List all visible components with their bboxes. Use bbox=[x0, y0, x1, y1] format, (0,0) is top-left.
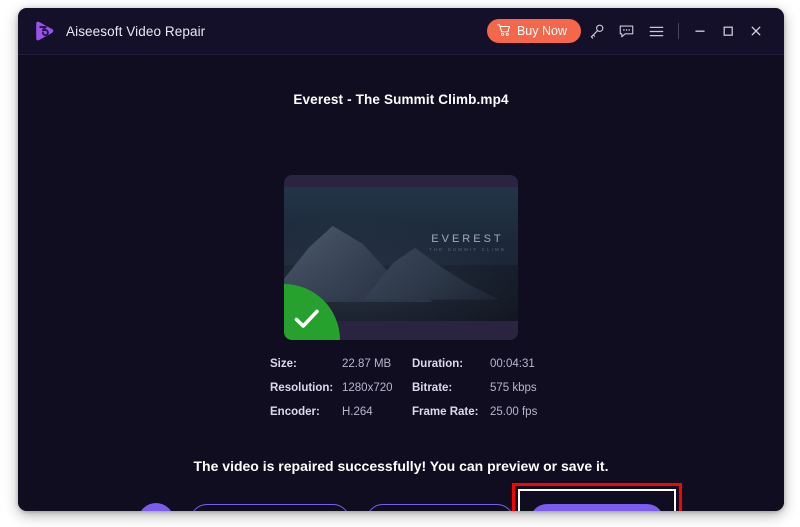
home-button[interactable] bbox=[138, 503, 175, 512]
toolbar-divider bbox=[678, 23, 679, 39]
save-button-container: Save bbox=[511, 483, 682, 511]
buy-now-label: Buy Now bbox=[516, 24, 567, 38]
metadata-value: 25.00 fps bbox=[490, 406, 538, 418]
thumbnail-overlay-subtitle: THE SUMMIT CLIMB bbox=[428, 247, 506, 252]
maximize-icon[interactable] bbox=[714, 17, 742, 45]
home-icon bbox=[147, 511, 165, 512]
shopping-cart-icon bbox=[497, 23, 511, 40]
app-title: Aiseesoft Video Repair bbox=[66, 23, 206, 39]
preview-button[interactable]: Preview bbox=[365, 504, 514, 511]
thumbnail-overlay-title-group: EVEREST THE SUMMIT CLIMB bbox=[429, 233, 506, 252]
repair-other-videos-button[interactable]: Repair Other Videos bbox=[190, 504, 350, 511]
metadata-value: 00:04:31 bbox=[490, 358, 535, 370]
main-content: Everest - The Summit Climb.mp4 EVEREST T… bbox=[18, 55, 784, 511]
key-icon[interactable] bbox=[581, 17, 611, 45]
minimize-icon[interactable] bbox=[686, 17, 714, 45]
metadata-value: 575 kbps bbox=[490, 382, 537, 394]
hamburger-menu-icon[interactable] bbox=[641, 17, 671, 45]
metadata-value: 1280x720 bbox=[342, 382, 393, 394]
video-metadata-grid: Size: 22.87 MB Duration: 00:04:31 Resolu… bbox=[270, 358, 537, 418]
chat-bubble-icon[interactable] bbox=[611, 17, 641, 45]
metadata-label: Bitrate: bbox=[412, 382, 453, 394]
metadata-value: H.264 bbox=[342, 406, 373, 418]
metadata-label: Size: bbox=[270, 358, 297, 370]
title-bar: Aiseesoft Video Repair Buy Now bbox=[18, 8, 784, 55]
buy-now-button[interactable]: Buy Now bbox=[486, 19, 581, 43]
title-bar-actions: Buy Now bbox=[486, 8, 784, 54]
metadata-label: Resolution: bbox=[270, 382, 334, 394]
metadata-label: Encoder: bbox=[270, 406, 320, 418]
thumbnail-overlay-title: EVEREST bbox=[431, 233, 504, 245]
save-button[interactable]: Save bbox=[529, 504, 664, 511]
status-message: The video is repaired successfully! You … bbox=[193, 458, 609, 474]
aiseesoft-play-logo-icon bbox=[32, 19, 56, 43]
metadata-label: Duration: bbox=[412, 358, 464, 370]
close-icon[interactable] bbox=[742, 17, 770, 45]
action-button-row: Repair Other Videos Preview Save bbox=[18, 483, 784, 512]
video-thumbnail[interactable]: EVEREST THE SUMMIT CLIMB bbox=[284, 175, 518, 340]
file-name-label: Everest - The Summit Climb.mp4 bbox=[293, 92, 509, 107]
application-window: Aiseesoft Video Repair Buy Now Everest -… bbox=[18, 8, 784, 511]
metadata-label: Frame Rate: bbox=[412, 406, 479, 418]
metadata-value: 22.87 MB bbox=[342, 358, 392, 370]
